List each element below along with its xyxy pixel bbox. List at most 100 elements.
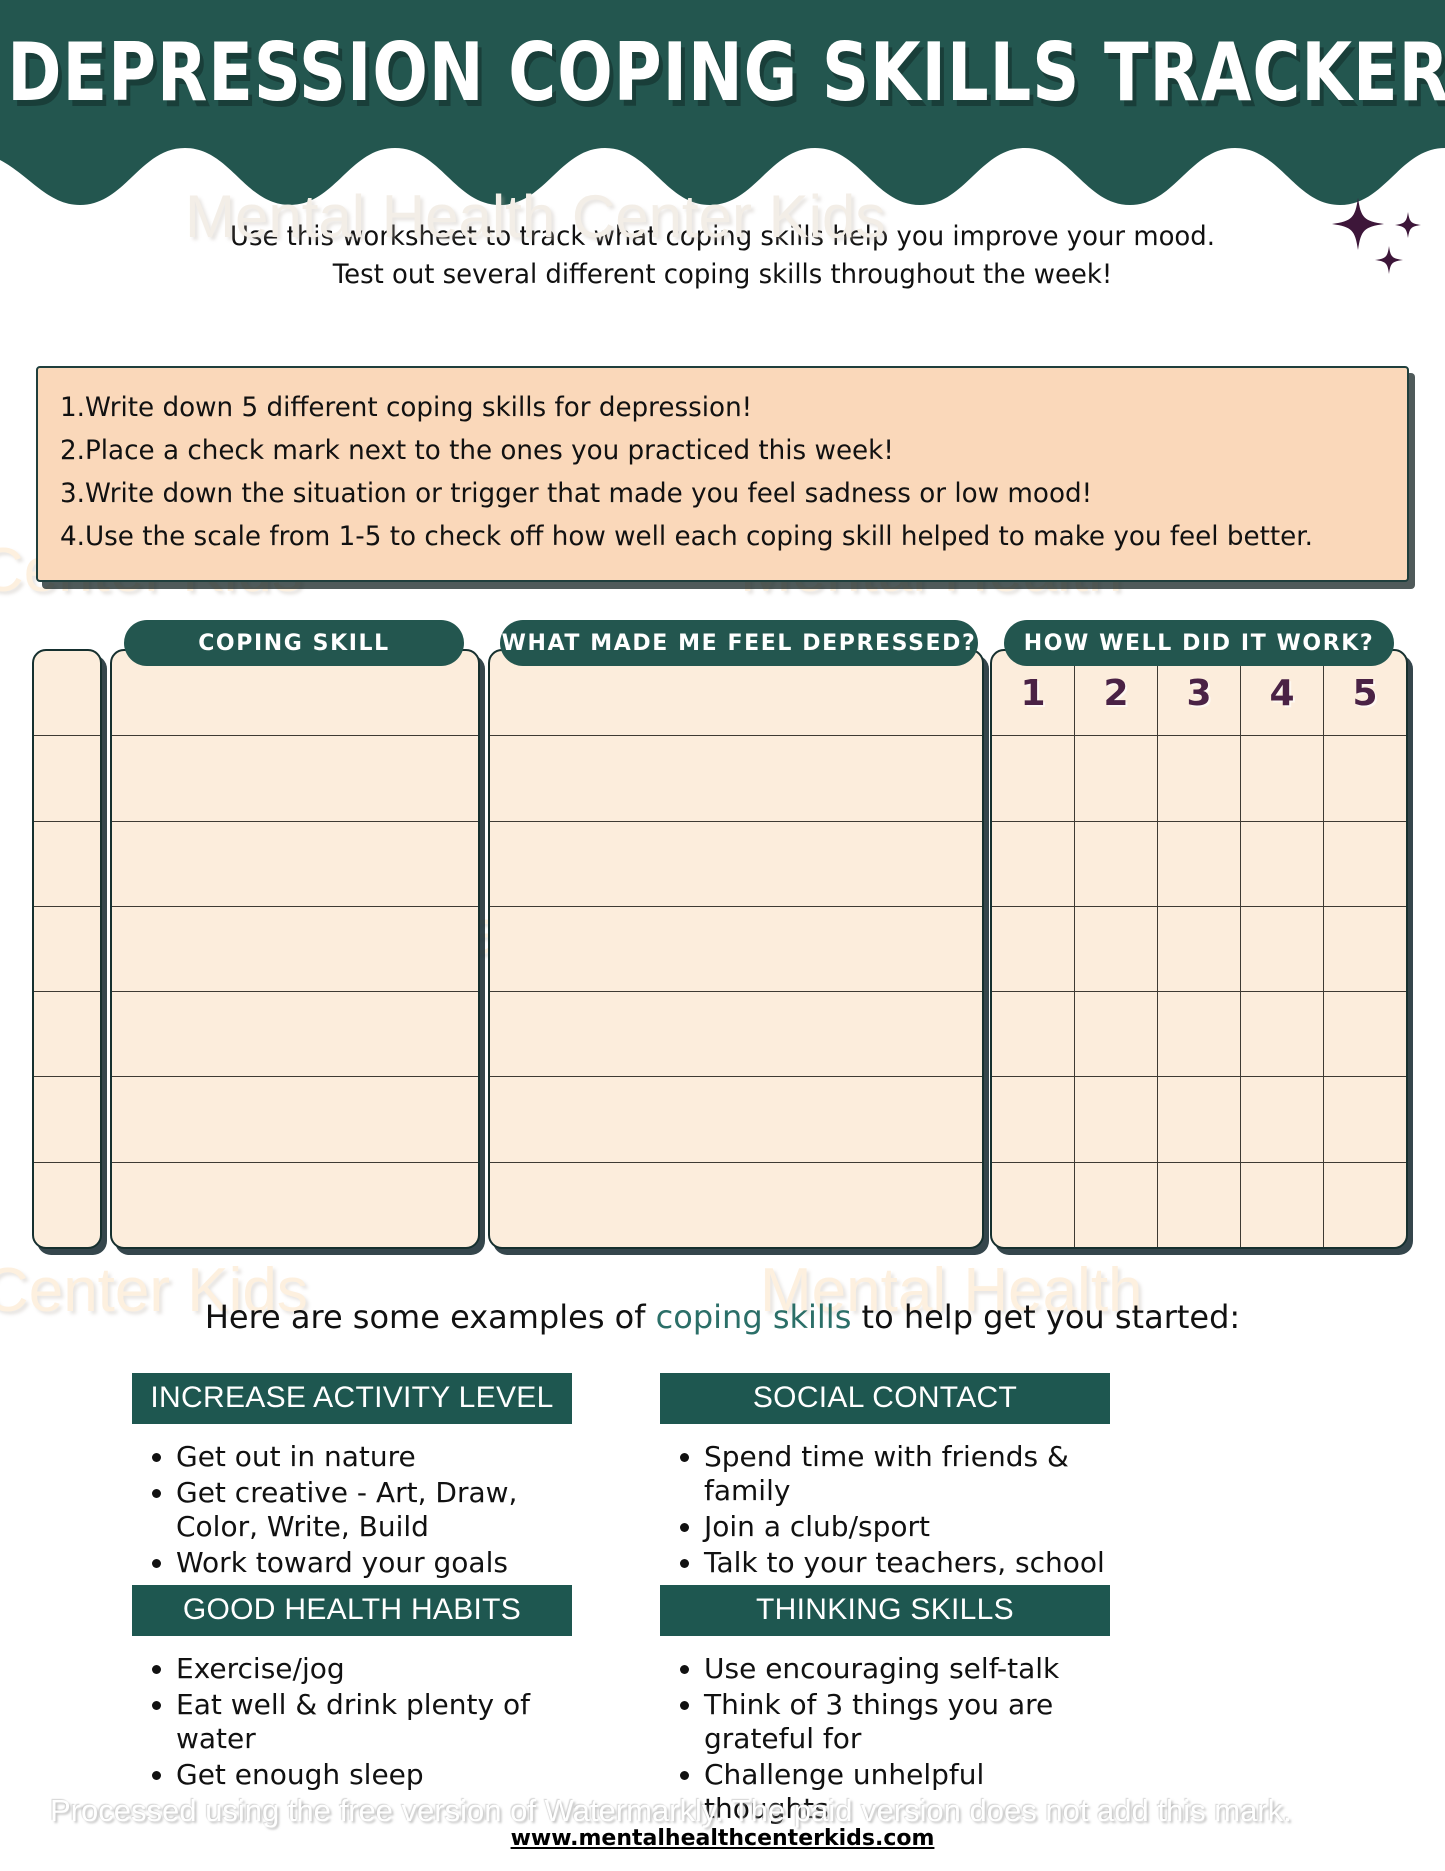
rating-cell[interactable] bbox=[992, 992, 1075, 1077]
instruction-item: 3.Write down the situation or trigger th… bbox=[60, 478, 1093, 509]
coping-skill-cell[interactable] bbox=[112, 992, 478, 1078]
rating-cell[interactable] bbox=[1075, 821, 1158, 906]
intro-text: Use this worksheet to track what coping … bbox=[29, 218, 1416, 294]
list-item: Join a club/sport bbox=[704, 1510, 1110, 1544]
reason-cell[interactable] bbox=[490, 736, 982, 822]
coping-skill-cell[interactable] bbox=[112, 1077, 478, 1163]
reason-cell[interactable] bbox=[490, 1077, 982, 1163]
checkbox-cell[interactable] bbox=[34, 822, 100, 907]
checkbox-cell[interactable] bbox=[34, 1077, 100, 1163]
category-title: THINKING SKILLS bbox=[660, 1585, 1110, 1636]
list-item: Use encouraging self-talk bbox=[704, 1652, 1110, 1686]
examples-lead-after: to help get you started: bbox=[851, 1298, 1241, 1336]
rating-cell[interactable] bbox=[1241, 736, 1324, 821]
checkbox-cell[interactable] bbox=[34, 1163, 100, 1247]
checkbox-cell[interactable] bbox=[34, 907, 100, 993]
rating-row[interactable] bbox=[992, 906, 1406, 993]
rating-row[interactable] bbox=[992, 1162, 1406, 1247]
instruction-item: 2.Place a check mark next to the ones yo… bbox=[60, 435, 894, 466]
rating-cell[interactable] bbox=[1324, 1077, 1406, 1161]
examples-lead-accent: coping skills bbox=[655, 1298, 852, 1336]
rating-cell[interactable] bbox=[992, 736, 1075, 821]
rating-number: 2 bbox=[1103, 672, 1129, 714]
category-list: Exercise/jog Eat well & drink plenty of … bbox=[156, 1652, 572, 1792]
rating-number: 3 bbox=[1186, 672, 1212, 714]
category-increase-activity-level: INCREASE ACTIVITY LEVEL Get out in natur… bbox=[132, 1373, 572, 1582]
category-social-contact: SOCIAL CONTACT Spend time with friends &… bbox=[660, 1373, 1110, 1616]
category-good-health-habits: GOOD HEALTH HABITS Exercise/jog Eat well… bbox=[132, 1585, 572, 1794]
rating-cell[interactable] bbox=[1158, 1162, 1241, 1247]
rating-cell[interactable] bbox=[992, 1077, 1075, 1162]
rating-row[interactable] bbox=[992, 821, 1406, 907]
rating-cell[interactable] bbox=[1158, 992, 1241, 1077]
list-item: Get creative - Art, Draw, Color, Write, … bbox=[176, 1476, 572, 1544]
rating-cell[interactable] bbox=[1324, 907, 1406, 991]
watermarkly-notice: Processed using the free version of Wate… bbox=[50, 1793, 1292, 1828]
reason-cell[interactable] bbox=[490, 992, 982, 1078]
reason-cell[interactable] bbox=[490, 1163, 982, 1247]
rating-cell[interactable] bbox=[1324, 736, 1406, 820]
instruction-item: 4.Use the scale from 1-5 to check off ho… bbox=[60, 521, 1313, 552]
rating-row[interactable] bbox=[992, 1077, 1406, 1163]
page-title: Depression Coping Skills Tracker bbox=[7, 25, 1445, 120]
rating-cell[interactable] bbox=[1075, 736, 1158, 821]
tracker-table: Coping Skill What made me feel depressed… bbox=[0, 620, 1445, 1260]
rating-cell[interactable] bbox=[1075, 1162, 1158, 1247]
reason-cell[interactable] bbox=[490, 907, 982, 993]
rating-cell[interactable] bbox=[1324, 992, 1406, 1076]
examples-lead-before: Here are some examples of bbox=[204, 1298, 656, 1336]
intro-line-1: Use this worksheet to track what coping … bbox=[230, 221, 1215, 252]
rating-cell[interactable] bbox=[992, 1162, 1075, 1247]
list-item: Eat well & drink plenty of water bbox=[176, 1688, 572, 1756]
category-list: Get out in nature Get creative - Art, Dr… bbox=[156, 1440, 572, 1580]
checkbox-cell[interactable] bbox=[34, 651, 100, 737]
checkbox-cell[interactable] bbox=[34, 736, 100, 822]
rating-number: 1 bbox=[1020, 672, 1046, 714]
sparkles-icon bbox=[1320, 190, 1430, 284]
category-title: INCREASE ACTIVITY LEVEL bbox=[132, 1373, 572, 1424]
category-title: SOCIAL CONTACT bbox=[660, 1373, 1110, 1424]
examples-lead: Here are some examples of coping skills … bbox=[0, 1298, 1445, 1336]
list-item: Exercise/jog bbox=[176, 1652, 572, 1686]
reason-cell[interactable] bbox=[490, 822, 982, 907]
rating-number: 5 bbox=[1352, 672, 1378, 714]
rating-cell[interactable] bbox=[1241, 906, 1324, 992]
list-item: Think of 3 things you are grateful for bbox=[704, 1688, 1110, 1756]
rating-cell[interactable] bbox=[1075, 992, 1158, 1077]
list-item: Work toward your goals bbox=[176, 1546, 572, 1580]
rating-column[interactable]: 1 2 3 4 5 bbox=[990, 649, 1408, 1249]
coping-skill-column[interactable] bbox=[110, 649, 480, 1249]
coping-skill-cell[interactable] bbox=[112, 907, 478, 993]
checkmark-column[interactable] bbox=[32, 649, 102, 1249]
instruction-item: 1.Write down 5 different coping skills f… bbox=[60, 392, 753, 423]
checkbox-cell[interactable] bbox=[34, 992, 100, 1078]
intro-line-2: Test out several different coping skills… bbox=[332, 259, 1113, 290]
rating-cell[interactable] bbox=[1241, 1162, 1324, 1247]
rating-cell[interactable] bbox=[1241, 821, 1324, 906]
rating-cell[interactable] bbox=[1075, 906, 1158, 992]
rating-row[interactable] bbox=[992, 736, 1406, 822]
coping-skill-cell[interactable] bbox=[112, 822, 478, 907]
rating-cell[interactable] bbox=[1158, 736, 1241, 821]
rating-cell[interactable] bbox=[1158, 906, 1241, 992]
column-header-rating: How well did it work? bbox=[1004, 620, 1394, 666]
rating-cell[interactable] bbox=[1241, 992, 1324, 1077]
rating-cell[interactable] bbox=[1324, 822, 1406, 906]
rating-cell[interactable] bbox=[1158, 1077, 1241, 1162]
list-item: Get out in nature bbox=[176, 1440, 572, 1474]
coping-skill-cell[interactable] bbox=[112, 736, 478, 822]
site-url[interactable]: www.mentalhealthcenterkids.com bbox=[0, 1826, 1445, 1851]
category-thinking-skills: THINKING SKILLS Use encouraging self-tal… bbox=[660, 1585, 1110, 1828]
worksheet-page: Depression Coping Skills Tracker Mental … bbox=[0, 0, 1445, 1871]
list-item: Get enough sleep bbox=[176, 1758, 572, 1792]
rating-cell[interactable] bbox=[992, 906, 1075, 992]
rating-cell[interactable] bbox=[992, 821, 1075, 906]
rating-cell[interactable] bbox=[1241, 1077, 1324, 1162]
category-title: GOOD HEALTH HABITS bbox=[132, 1585, 572, 1636]
rating-cell[interactable] bbox=[1075, 1077, 1158, 1162]
rating-row[interactable] bbox=[992, 992, 1406, 1078]
reason-column[interactable] bbox=[488, 649, 984, 1249]
rating-cell[interactable] bbox=[1158, 821, 1241, 906]
rating-cell[interactable] bbox=[1324, 1163, 1406, 1247]
coping-skill-cell[interactable] bbox=[112, 1163, 478, 1247]
